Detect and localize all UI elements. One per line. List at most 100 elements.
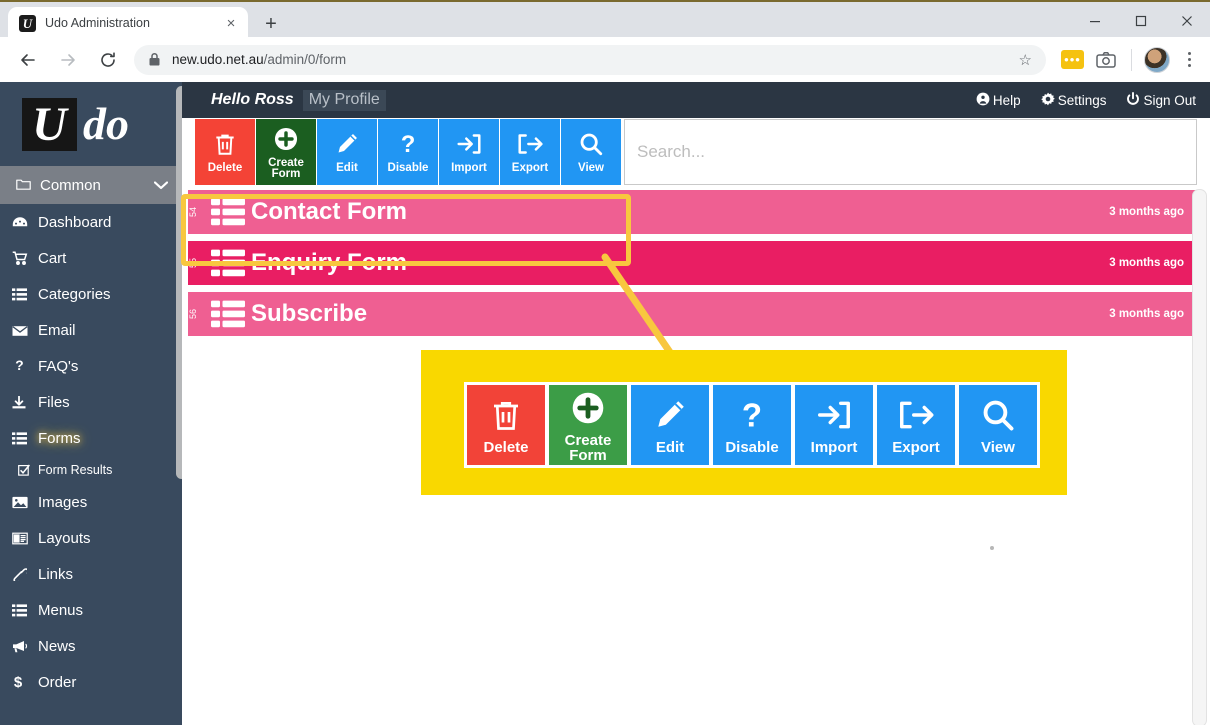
- search-box[interactable]: Search...: [624, 119, 1197, 185]
- forward-icon[interactable]: [52, 44, 84, 76]
- url-host: new.udo.net.au: [172, 52, 264, 67]
- button-delete[interactable]: Delete: [195, 119, 255, 185]
- new-tab-icon[interactable]: +: [258, 11, 284, 37]
- button-export[interactable]: Export: [877, 385, 955, 465]
- main-scrollbar[interactable]: [1192, 189, 1207, 725]
- minimize-icon[interactable]: [1072, 2, 1118, 39]
- sidebar-item-forms[interactable]: Forms: [0, 420, 182, 456]
- sidebar-item-form-results[interactable]: Form Results: [0, 456, 182, 484]
- my-profile-link[interactable]: My Profile: [302, 89, 386, 111]
- sidebar-item-label: Menus: [38, 601, 84, 619]
- button-label: Delete: [483, 439, 529, 456]
- header-link-label: Help: [992, 92, 1021, 108]
- sidebar-item-label: Cart: [38, 249, 67, 267]
- reload-icon[interactable]: [92, 44, 124, 76]
- sidebar-item-label: Images: [38, 493, 88, 511]
- button-create-form[interactable]: Create Form: [549, 385, 627, 465]
- sidebar-group-common[interactable]: Common: [0, 166, 182, 204]
- button-edit[interactable]: Edit: [631, 385, 709, 465]
- sidebar-item-label: Order: [38, 673, 77, 691]
- button-label: Import: [451, 162, 487, 175]
- sidebar-item-order[interactable]: $ Order: [0, 664, 182, 700]
- image-icon: [12, 494, 38, 510]
- question-icon: ?: [734, 395, 770, 435]
- sidebar-item-label: Links: [38, 565, 74, 583]
- sidebar-item-links[interactable]: Links: [0, 556, 182, 592]
- header-link-settings[interactable]: Settings: [1040, 92, 1106, 109]
- button-disable[interactable]: ? Disable: [713, 385, 791, 465]
- row-timestamp: 3 months ago: [1109, 257, 1184, 269]
- sidebar-item-menus[interactable]: Menus: [0, 592, 182, 628]
- action-toolbar: Delete Create Form Edit? Disable Import Export…: [182, 118, 621, 185]
- table-row[interactable]: 56 Subscribe 3 months ago: [188, 292, 1196, 336]
- sidebar-group-label: Common: [40, 176, 101, 194]
- maximize-icon[interactable]: [1118, 2, 1164, 39]
- extension-dots-icon[interactable]: •••: [1061, 50, 1084, 69]
- question-icon: ?: [12, 358, 38, 374]
- button-import[interactable]: Import: [439, 119, 499, 185]
- button-create-form[interactable]: Create Form: [256, 119, 316, 185]
- table-row[interactable]: 54 Contact Form 3 months ago: [188, 190, 1196, 234]
- check-square-icon: [18, 464, 38, 477]
- extension-icons: •••: [1052, 45, 1210, 75]
- power-icon: [1126, 91, 1140, 109]
- row-form-icon: [205, 300, 251, 328]
- gear-icon: [1040, 92, 1055, 109]
- sidebar-item-images[interactable]: Images: [0, 484, 182, 520]
- button-disable[interactable]: ? Disable: [378, 119, 438, 185]
- sidebar-item-dashboard[interactable]: Dashboard: [0, 204, 182, 240]
- browser-titlebar: U Udo Administration × +: [0, 0, 1210, 39]
- row-title: Contact Form: [251, 198, 407, 225]
- button-label: View: [981, 439, 1015, 456]
- svg-text:?: ?: [401, 131, 416, 157]
- button-edit[interactable]: Edit: [317, 119, 377, 185]
- bookmark-star-icon[interactable]: ☆: [1019, 51, 1032, 69]
- header-link-sign-out[interactable]: Sign Out: [1126, 91, 1196, 109]
- udo-logo: U do: [0, 82, 182, 166]
- favicon-udo-icon: U: [19, 14, 36, 32]
- camera-icon[interactable]: [1093, 47, 1119, 73]
- address-bar[interactable]: new.udo.net.au/admin/0/form ☆: [134, 44, 1046, 75]
- button-import[interactable]: Import: [795, 385, 873, 465]
- button-delete[interactable]: Delete: [467, 385, 545, 465]
- button-label: Disable: [725, 439, 779, 456]
- cursor-dot: [990, 546, 994, 550]
- close-tab-icon[interactable]: ×: [220, 12, 242, 34]
- menu-icon: [12, 602, 38, 618]
- screenshot-root: U Udo Administration × + new.udo.net.au/…: [0, 0, 1210, 725]
- button-label: Delete: [207, 162, 243, 175]
- table-row[interactable]: 55 Enquiry Form 3 months ago: [188, 241, 1196, 285]
- sidebar-item-email[interactable]: Email: [0, 312, 182, 348]
- trash-icon: [488, 395, 524, 435]
- back-icon[interactable]: [12, 44, 44, 76]
- avatar[interactable]: [1144, 46, 1170, 73]
- close-window-icon[interactable]: [1164, 2, 1210, 39]
- button-label: Export: [511, 162, 549, 175]
- row-number: 55: [188, 257, 198, 268]
- svg-text:?: ?: [742, 397, 762, 433]
- sidebar-item-layouts[interactable]: Layouts: [0, 520, 182, 556]
- sidebar-item-label: News: [38, 637, 76, 655]
- sidebar-item-news[interactable]: News: [0, 628, 182, 664]
- browser-tab[interactable]: U Udo Administration ×: [8, 7, 248, 39]
- chrome-menu-icon[interactable]: [1176, 45, 1202, 75]
- sidebar-item-faq-s[interactable]: ? FAQ's: [0, 348, 182, 384]
- button-view[interactable]: View: [959, 385, 1037, 465]
- row-form-icon: [205, 198, 251, 226]
- plus-circle-icon: [570, 388, 606, 428]
- sidebar-item-cart[interactable]: Cart: [0, 240, 182, 276]
- sidebar-item-files[interactable]: Files: [0, 384, 182, 420]
- greeting: Hello Ross: [211, 91, 294, 108]
- header-link-help[interactable]: Help: [976, 92, 1021, 109]
- chevron-down-icon[interactable]: [153, 178, 169, 193]
- sign-in-icon: [816, 395, 852, 435]
- layout-icon: [12, 530, 38, 546]
- pencil-icon: [334, 129, 360, 159]
- page-viewport: U do Common Dashboard Cart Categories Email…: [0, 82, 1210, 725]
- sidebar-item-label: Form Results: [38, 463, 113, 477]
- button-view[interactable]: View: [561, 119, 621, 185]
- link-icon: [12, 566, 38, 584]
- dashboard-icon: [12, 214, 38, 230]
- button-export[interactable]: Export: [500, 119, 560, 185]
- sidebar-item-categories[interactable]: Categories: [0, 276, 182, 312]
